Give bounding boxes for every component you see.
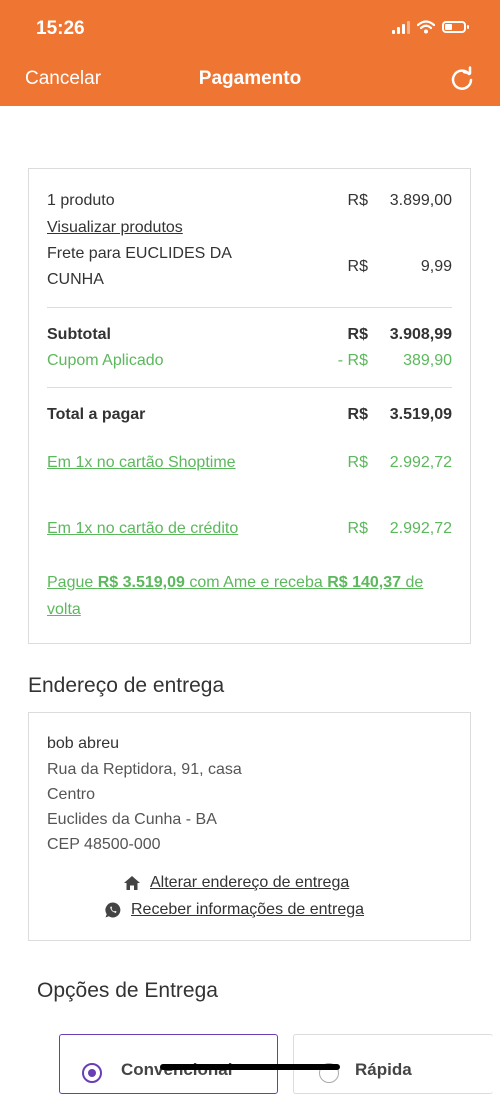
- divider: [47, 307, 452, 308]
- shoptime-card-link[interactable]: Em 1x no cartão Shoptime: [47, 450, 236, 476]
- ame-cashback: R$ 140,37: [327, 574, 402, 591]
- delivery-options-title: Opções de Entrega: [37, 979, 218, 1002]
- signal-icon: [392, 20, 410, 34]
- option-label: Rápida: [355, 1060, 412, 1079]
- shipping-row: Frete para EUCLIDES DA CUNHA R$ 9,99: [47, 241, 452, 293]
- total-value: 3.519,09: [389, 406, 452, 423]
- product-value: 3.899,00: [389, 192, 452, 209]
- address-street: Rua da Reptidora, 91, casa: [47, 761, 242, 778]
- shipping-value: 9,99: [420, 258, 452, 275]
- option-label: Convencional: [121, 1060, 232, 1080]
- whatsapp-icon: [105, 902, 121, 918]
- home-icon: [124, 876, 140, 890]
- status-time: 15:26: [36, 18, 85, 39]
- product-count: 1 produto: [47, 192, 115, 209]
- address-section-title: Endereço de entrega: [28, 674, 225, 697]
- total-currency: R$: [347, 406, 368, 423]
- ame-prefix: Pague: [47, 574, 98, 591]
- ame-cashback-link[interactable]: Pague R$ 3.519,09 com Ame e receba R$ 14…: [47, 569, 452, 623]
- coupon-label: Cupom Aplicado: [47, 352, 164, 369]
- shoptime-currency: R$: [347, 454, 368, 471]
- shipping-label-line1: Frete para EUCLIDES DA: [47, 245, 232, 262]
- shipping-currency: R$: [347, 258, 368, 275]
- credit-currency: R$: [347, 520, 368, 537]
- order-summary: 1 produto R$ 3.899,00 Visualizar produto…: [28, 168, 471, 644]
- view-products-link[interactable]: Visualizar produtos: [47, 215, 183, 241]
- address-district: Centro: [47, 786, 96, 803]
- recipient-name: bob abreu: [47, 735, 120, 752]
- subtotal-label: Subtotal: [47, 326, 111, 343]
- product-currency: R$: [347, 192, 368, 209]
- change-address-label: Alterar endereço de entrega: [150, 874, 350, 891]
- address-cep: CEP 48500-000: [47, 836, 161, 853]
- shoptime-value: 2.992,72: [389, 454, 452, 471]
- ame-amount: R$ 3.519,09: [97, 574, 185, 591]
- change-address-link[interactable]: Alterar endereço de entrega: [123, 874, 349, 892]
- battery-icon: [442, 21, 469, 33]
- receive-info-label: Receber informações de entrega: [131, 901, 365, 918]
- total-label: Total a pagar: [47, 406, 146, 423]
- shipping-label-line2: CUNHA: [47, 271, 104, 288]
- coupon-value: 389,90: [403, 352, 452, 369]
- refresh-icon[interactable]: [449, 66, 475, 92]
- status-icons: [392, 20, 469, 34]
- credit-card-link[interactable]: Em 1x no cartão de crédito: [47, 516, 238, 542]
- home-indicator[interactable]: [160, 1064, 340, 1070]
- coupon-currency: - R$: [337, 352, 368, 369]
- wifi-icon: [417, 20, 435, 34]
- ame-middle: com Ame e receba: [184, 574, 328, 591]
- delivery-address-card: bob abreu Rua da Reptidora, 91, casa Cen…: [28, 712, 471, 941]
- divider: [47, 387, 452, 388]
- subtotal-value: 3.908,99: [389, 326, 452, 343]
- radio-selected[interactable]: [82, 1063, 102, 1083]
- page-title: Pagamento: [198, 68, 302, 89]
- subtotal-currency: R$: [347, 326, 368, 343]
- app-header: 15:26 Cancelar Pagamento: [0, 0, 500, 106]
- receive-info-link[interactable]: Receber informações de entrega: [104, 901, 364, 919]
- credit-value: 2.992,72: [389, 520, 452, 537]
- address-city: Euclides da Cunha - BA: [47, 811, 217, 828]
